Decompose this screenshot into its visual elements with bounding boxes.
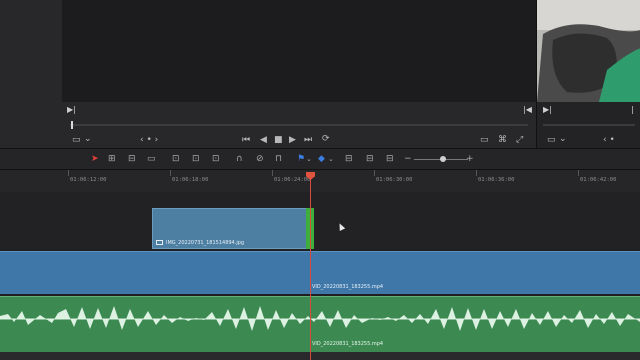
match-frame-icon[interactable]: ▭ [480,135,489,145]
insert-icon[interactable]: ⊡ [172,154,180,165]
timeline-bottom-strip [0,352,640,360]
selection-arrow-icon[interactable]: ➤ [91,154,99,165]
playhead-line[interactable] [310,176,311,360]
snapping-icon[interactable]: ∩ [236,154,243,165]
in-point-marker-right[interactable]: ▶| [543,106,552,114]
step-back-button[interactable]: ◀ [260,135,267,145]
zoom-custom-icon[interactable]: ⊟ [386,154,394,165]
source-viewer: ▶| |◀ ▭ ⌄ ‹ • › ⏮ ◀ ■ ▶ ⏭ ⟳ ▭ ⌘ ⤢ [62,0,536,148]
timecode-label: 01:06:18:00 [172,177,209,183]
timecode-label: 01:06:42:00 [580,177,617,183]
timeline-scrub-bar[interactable] [543,124,635,126]
blade-icon[interactable]: ▭ [147,154,156,165]
viewer-layout-icon[interactable]: ▭ [72,135,81,145]
marker-icon[interactable]: ◆ [318,154,325,165]
scrub-bar[interactable] [70,124,528,126]
fullscreen-icon[interactable]: ⤢ [516,135,523,145]
timecode-ruler[interactable]: 01:06:12:00 01:06:18:00 01:06:24:00 01:0… [0,170,640,192]
flag-icon[interactable]: ⚑ [297,154,305,165]
loop-button[interactable]: ⟳ [322,134,330,144]
zoom-in-icon[interactable]: + [466,154,474,165]
media-pool-strip [0,0,62,148]
position-lock-icon[interactable]: ⊓ [275,154,282,165]
still-image-clip[interactable]: IMG_20220731_181514894.jpg [152,208,308,249]
clip-name: VID_20220831_183255.mp4 [312,284,384,290]
clip-name: VID_20220831_183255.mp4 [312,341,384,347]
keyboard-icon[interactable]: ⌘ [498,135,507,145]
viewer-frame-image [537,0,640,102]
video-track-2 [0,192,640,250]
dynamic-trim-icon[interactable]: ⊟ [128,154,136,165]
timeline-viewer: ▶| | ▭ ⌄ ‹ • [536,0,640,148]
timecode-label: 01:06:30:00 [376,177,413,183]
chevron-down-icon[interactable]: ⌄ [328,154,334,165]
replace-icon[interactable]: ⊡ [212,154,220,165]
stop-button[interactable]: ■ [274,135,283,145]
viewer-layout-icon-right[interactable]: ▭ [547,135,556,145]
image-icon [156,240,163,245]
zoom-out-icon[interactable]: − [404,154,412,165]
timeline-toolbar: ➤ ⊞ ⊟ ▭ ⊡ ⊡ ⊡ ∩ ⊘ ⊓ ⚑ ⌄ ◆ ⌄ ⊟ ⊟ ⊟ − + [0,148,640,170]
chevron-down-icon[interactable]: ⌄ [306,154,312,165]
chevron-down-icon[interactable]: ⌄ [559,134,567,144]
skip-back-button[interactable]: ⏮ [242,135,250,145]
zoom-slider-knob[interactable] [440,156,446,162]
skip-forward-button[interactable]: ⏭ [304,135,312,145]
timecode-label: 01:06:36:00 [478,177,515,183]
in-point-marker[interactable]: ▶| [67,106,76,114]
trim-icon[interactable]: ⊞ [108,154,116,165]
clip-name: IMG_20220731_181514894.jpg [166,240,245,246]
timecode-label: 01:06:12:00 [70,177,107,183]
out-point-marker[interactable]: |◀ [523,106,532,114]
frame-nav-controls[interactable]: ‹ • › [140,135,158,145]
out-point-marker-right[interactable]: | [631,106,634,114]
zoom-detail-icon[interactable]: ⊟ [366,154,374,165]
preview-frame-image [537,0,640,102]
chevron-down-icon[interactable]: ⌄ [84,134,92,144]
viewer-screen [62,0,536,102]
overwrite-icon[interactable]: ⊡ [192,154,200,165]
play-button[interactable]: ▶ [289,135,296,145]
linked-selection-icon[interactable]: ⊘ [256,154,264,165]
frame-nav-controls-right[interactable]: ‹ • [603,135,615,145]
timecode-label: 01:06:24:00 [274,177,311,183]
davinci-edit-page: ▶| |◀ ▭ ⌄ ‹ • › ⏮ ◀ ■ ▶ ⏭ ⟳ ▭ ⌘ ⤢ ▶| | ▭ [0,0,640,360]
scrub-playhead[interactable] [71,121,73,129]
zoom-full-icon[interactable]: ⊟ [345,154,353,165]
